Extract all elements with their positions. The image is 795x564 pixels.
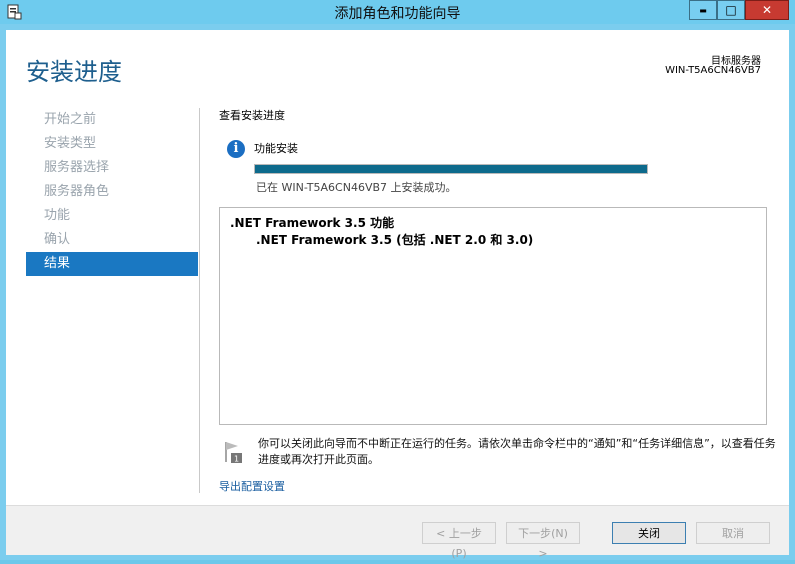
close-wizard-note: 你可以关闭此向导而不中断正在运行的任务。请依次单击命令栏中的“通知”和“任务详细… bbox=[258, 437, 776, 466]
nav-item-features[interactable]: 功能 bbox=[26, 204, 198, 228]
results-list[interactable]: .NET Framework 3.5 功能 .NET Framework 3.5… bbox=[219, 207, 767, 425]
button-bar: < 上一步(P) 下一步(N) > 关闭 取消 bbox=[6, 505, 789, 560]
minimize-button[interactable]: ▬ bbox=[689, 0, 717, 20]
wizard-nav: 开始之前 安装类型 服务器选择 服务器角色 功能 确认 结果 bbox=[26, 108, 198, 276]
wizard-window: 添加角色和功能向导 ▬ □ ✕ 安装进度 目标服务器 WIN-T5A6CN46V… bbox=[0, 0, 795, 560]
maximize-button[interactable]: □ bbox=[717, 0, 745, 20]
close-window-button[interactable]: ✕ bbox=[745, 0, 789, 20]
progress-fill bbox=[255, 165, 647, 173]
info-icon: i bbox=[227, 140, 245, 158]
svg-text:1: 1 bbox=[234, 455, 239, 464]
window-title: 添加角色和功能向导 bbox=[334, 6, 461, 22]
nav-item-results[interactable]: 结果 bbox=[26, 252, 198, 276]
wizard-content: 安装进度 目标服务器 WIN-T5A6CN46VB7 开始之前 安装类型 服务器… bbox=[6, 30, 789, 560]
nav-item-confirmation[interactable]: 确认 bbox=[26, 228, 198, 252]
section-header: 查看安装进度 bbox=[219, 109, 285, 122]
notification-flag-icon: 1 bbox=[225, 442, 242, 464]
minimize-icon: ▬ bbox=[699, 5, 707, 15]
nav-item-before-you-begin[interactable]: 开始之前 bbox=[26, 108, 198, 132]
result-item-subfeature: .NET Framework 3.5 (包括 .NET 2.0 和 3.0) bbox=[256, 233, 534, 247]
result-item-feature: .NET Framework 3.5 功能 bbox=[230, 216, 395, 230]
maximize-icon: □ bbox=[725, 3, 737, 17]
title-bar[interactable]: 添加角色和功能向导 ▬ □ ✕ bbox=[0, 0, 795, 24]
nav-item-installation-type[interactable]: 安装类型 bbox=[26, 132, 198, 156]
next-button[interactable]: 下一步(N) > bbox=[506, 522, 580, 560]
close-icon: ✕ bbox=[761, 3, 773, 17]
page-title: 安装进度 bbox=[26, 58, 122, 86]
feature-installation-label: 功能安装 bbox=[254, 142, 298, 155]
export-configuration-link[interactable]: 导出配置设置 bbox=[219, 478, 285, 494]
installation-status-text: 已在 WIN-T5A6CN46VB7 上安装成功。 bbox=[256, 181, 457, 194]
close-button[interactable]: 关闭 bbox=[612, 522, 686, 544]
previous-button[interactable]: < 上一步(P) bbox=[422, 522, 496, 560]
destination-server-name: WIN-T5A6CN46VB7 bbox=[665, 65, 761, 76]
nav-divider bbox=[199, 108, 200, 493]
installation-progress-bar bbox=[254, 164, 648, 174]
cancel-button[interactable]: 取消 bbox=[696, 522, 770, 544]
nav-item-server-roles[interactable]: 服务器角色 bbox=[26, 180, 198, 204]
nav-item-server-selection[interactable]: 服务器选择 bbox=[26, 156, 198, 180]
